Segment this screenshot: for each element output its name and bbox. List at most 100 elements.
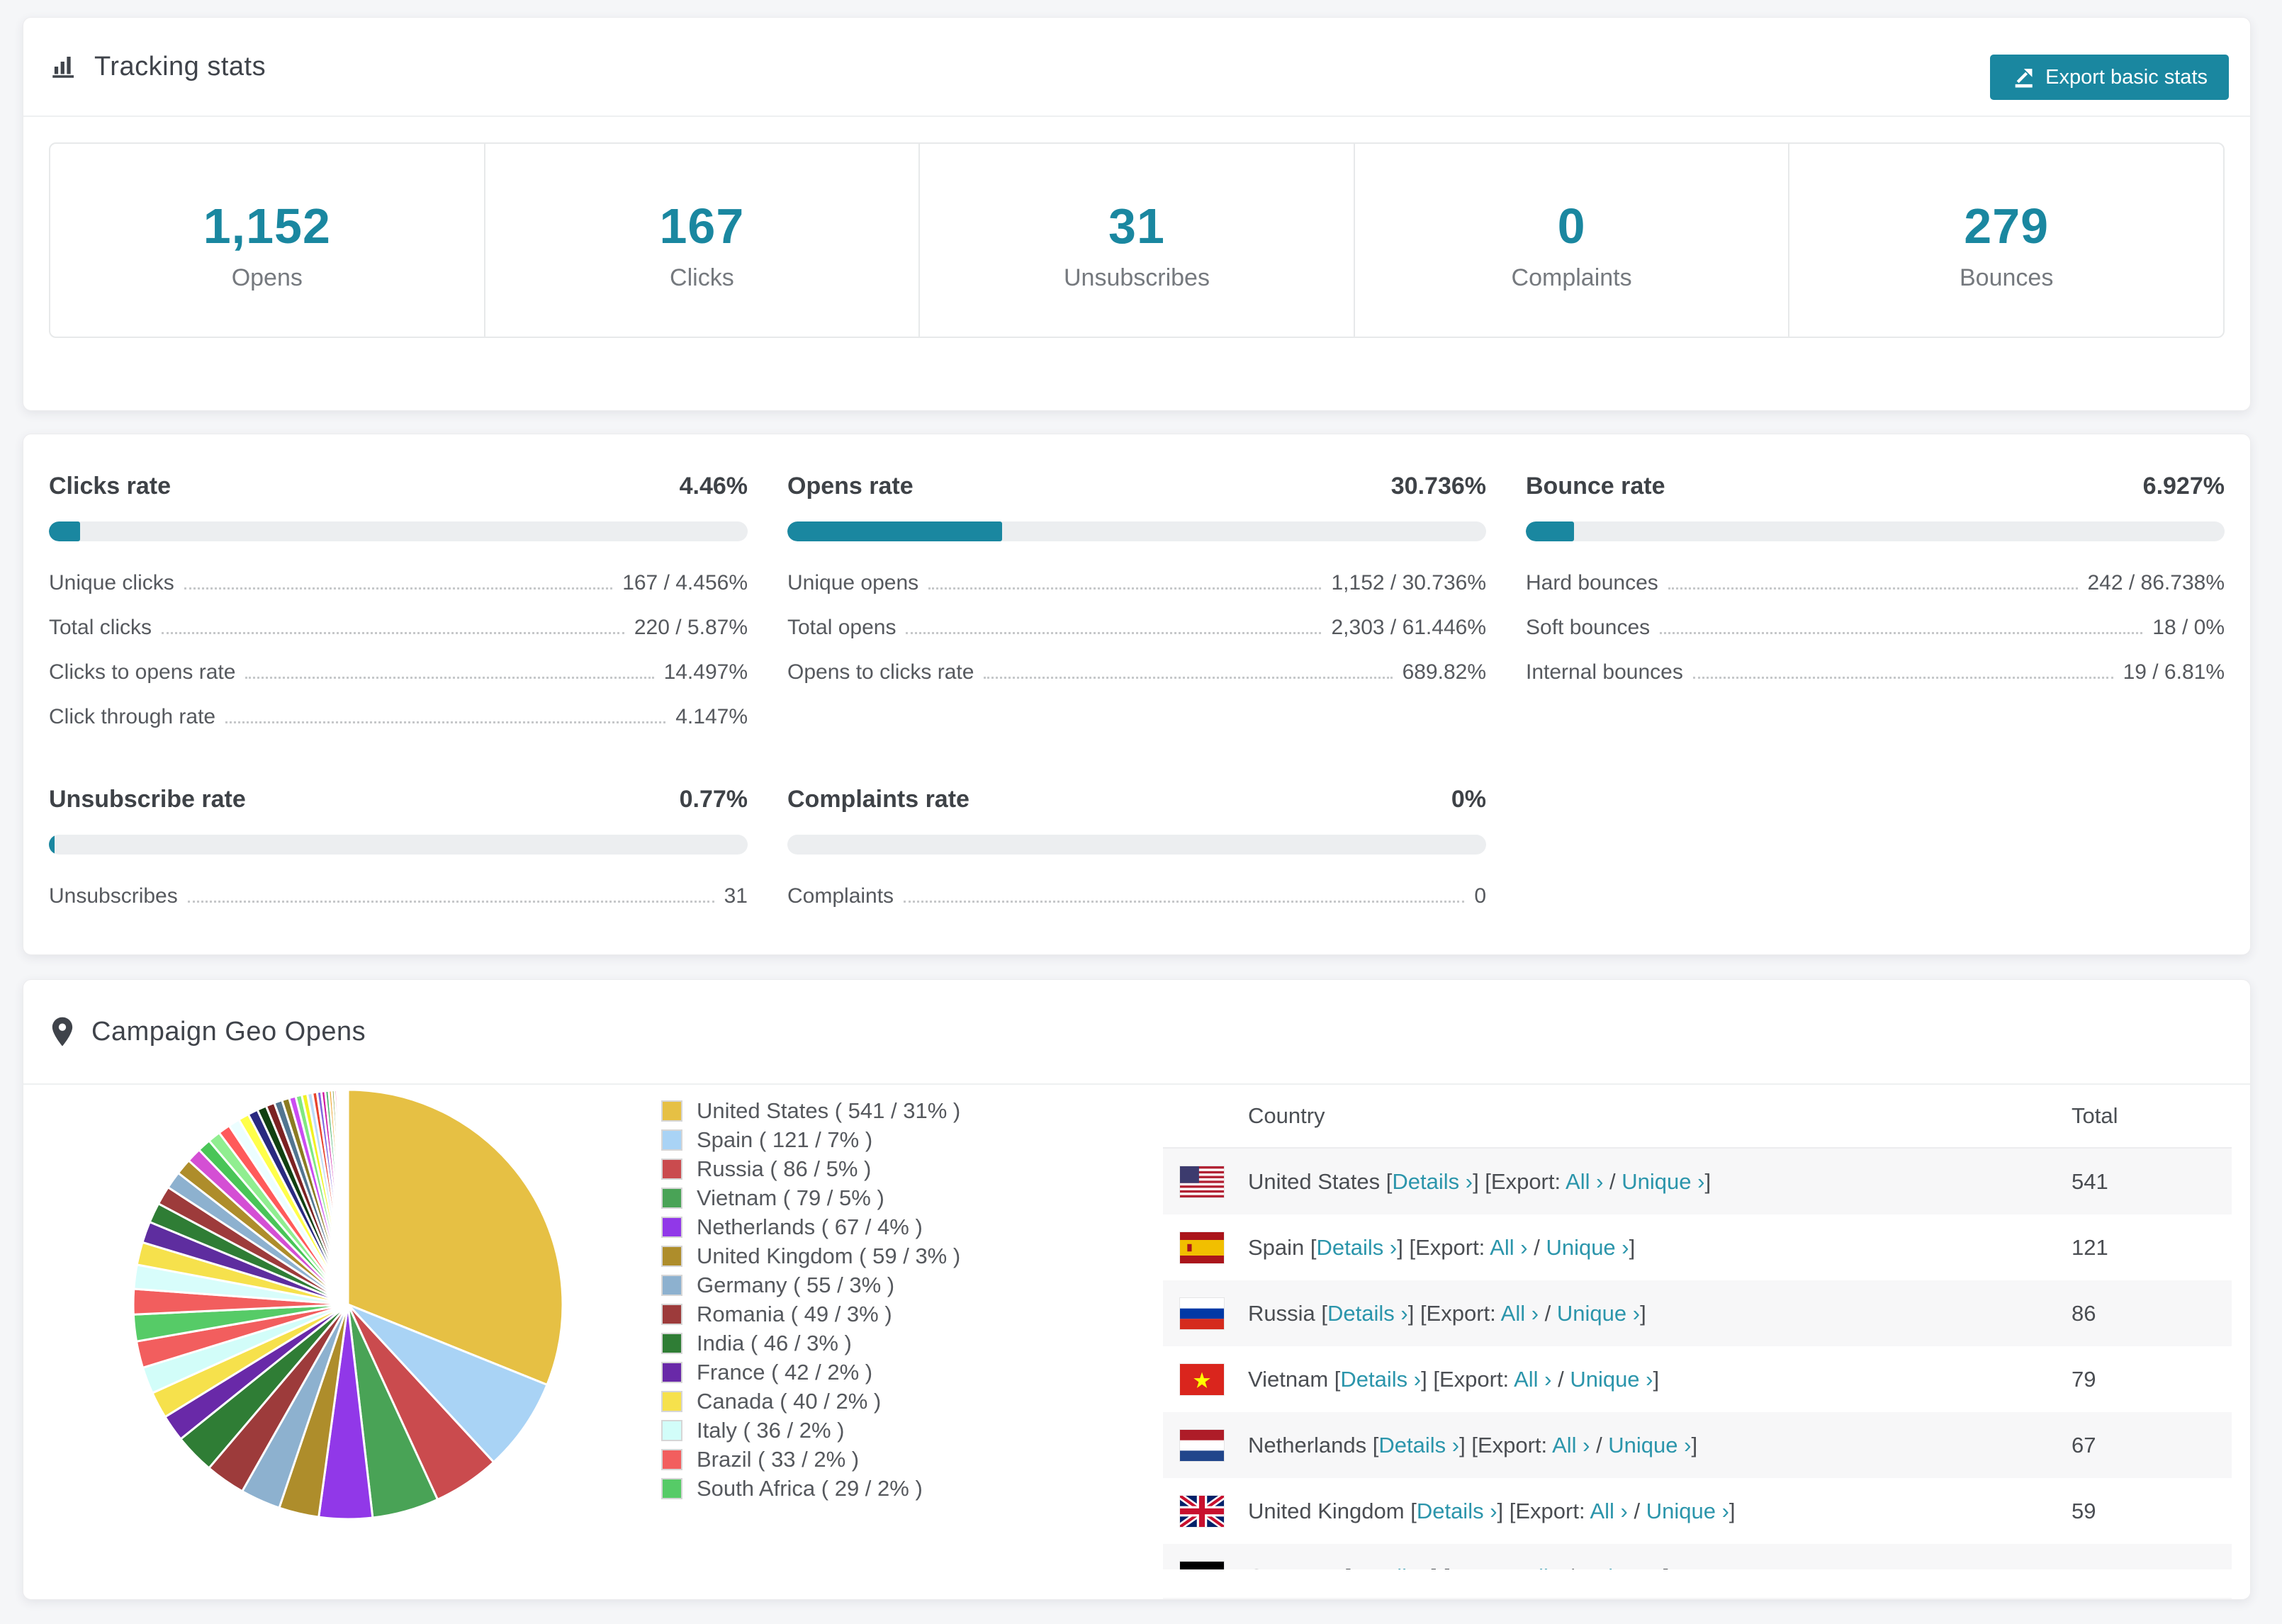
stat-label: Bounces: [1960, 264, 2054, 291]
export-unique-link[interactable]: Unique ›: [1557, 1301, 1640, 1326]
stat-value: 31: [1108, 198, 1165, 254]
metric-value: 2,303 / 61.446%: [1331, 616, 1486, 639]
legend-label: Russia ( 86 / 5% ): [697, 1156, 872, 1181]
progress-bar-fill: [49, 835, 55, 855]
rate-value: 4.46%: [679, 473, 748, 500]
legend-swatch: [661, 1274, 682, 1296]
details-link[interactable]: Details ›: [1392, 1169, 1473, 1194]
details-link[interactable]: Details ›: [1378, 1433, 1459, 1457]
legend-swatch: [661, 1361, 682, 1383]
metric-label: Internal bounces: [1526, 660, 1683, 684]
rate-title: Bounce rate: [1526, 473, 1665, 500]
metric-label: Unsubscribes: [49, 884, 178, 908]
export-unique-link[interactable]: Unique ›: [1621, 1169, 1704, 1194]
metric-label: Clicks to opens rate: [49, 660, 236, 684]
stat-value: 279: [1964, 198, 2050, 254]
metric-row-complaints: Complaints 0: [787, 884, 1486, 908]
metric-label: Total opens: [787, 616, 896, 639]
table-row-united-kingdom: United Kingdom [Details ›] [Export: All …: [1163, 1478, 2232, 1544]
rate-title: Opens rate: [787, 473, 914, 500]
geo-country-table: Country Total United States [Details ›] …: [1163, 1085, 2232, 1599]
export-unique-link[interactable]: Unique ›: [1546, 1235, 1629, 1260]
legend-item-canada: Canada ( 40 / 2% ): [661, 1387, 960, 1416]
stat-value: 0: [1557, 198, 1586, 254]
country-total: 121: [2072, 1234, 2108, 1260]
dotted-leader: [1692, 677, 2113, 679]
pie-slice[interactable]: [346, 1088, 349, 1306]
flag-es-icon: [1180, 1231, 1224, 1263]
legend-item-romania: Romania ( 49 / 3% ): [661, 1299, 960, 1329]
export-unique-link[interactable]: Unique ›: [1608, 1433, 1691, 1457]
metric-row-unique-clicks: Unique clicks 167 / 4.456%: [49, 571, 748, 595]
tracking-stats-header: Tracking stats Export basic stats: [23, 18, 2250, 117]
export-all-link[interactable]: All ›: [1490, 1235, 1527, 1260]
progress-bar: [1526, 521, 2225, 541]
geo-section-title: Campaign Geo Opens: [91, 1016, 366, 1047]
rate-title: Clicks rate: [49, 473, 171, 500]
export-unique-link[interactable]: Unique ›: [1646, 1499, 1729, 1523]
metric-value: 689.82%: [1402, 660, 1486, 684]
dotted-leader: [187, 901, 714, 903]
details-link[interactable]: Details ›: [1417, 1499, 1497, 1523]
rate-value: 6.927%: [2142, 473, 2225, 500]
legend-label: India ( 46 / 3% ): [697, 1330, 852, 1355]
dotted-leader: [1668, 587, 2078, 590]
country-total: 541: [2072, 1168, 2108, 1194]
export-all-link[interactable]: All ›: [1552, 1433, 1590, 1457]
metric-row-total-clicks: Total clicks 220 / 5.87%: [49, 616, 748, 640]
rate-block-opens-rate: Opens rate 30.736% Unique opens 1,152 / …: [787, 473, 1486, 729]
metric-row-total-opens: Total opens 2,303 / 61.446%: [787, 616, 1486, 640]
stat-card-complaints: 0 Complaints: [1353, 144, 1789, 337]
progress-bar-fill: [49, 521, 80, 541]
legend-item-united-states: United States ( 541 / 31% ): [661, 1096, 960, 1125]
metric-label: Click through rate: [49, 705, 216, 728]
metric-label: Opens to clicks rate: [787, 660, 974, 684]
metric-row-unique-opens: Unique opens 1,152 / 30.736%: [787, 571, 1486, 595]
legend-swatch: [661, 1390, 682, 1412]
country-name: Russia: [1248, 1300, 1315, 1326]
metric-row-click-through-rate: Click through rate 4.147%: [49, 705, 748, 729]
metric-row-soft-bounces: Soft bounces 18 / 0%: [1526, 616, 2225, 640]
details-link[interactable]: Details ›: [1327, 1301, 1408, 1326]
dotted-leader: [162, 632, 624, 634]
country-name: Netherlands: [1248, 1432, 1367, 1457]
dotted-leader: [245, 677, 654, 679]
metric-value: 18 / 0%: [2152, 616, 2225, 639]
stat-card-opens: 1,152 Opens: [50, 144, 484, 337]
metric-value: 14.497%: [663, 660, 748, 684]
progress-bar: [787, 835, 1486, 855]
rate-title: Complaints rate: [787, 786, 969, 813]
rate-block-bounce-rate: Bounce rate 6.927% Hard bounces 242 / 86…: [1526, 473, 2225, 729]
details-link[interactable]: Details ›: [1340, 1367, 1421, 1392]
legend-label: Brazil ( 33 / 2% ): [697, 1446, 860, 1472]
stat-card-bounces: 279 Bounces: [1788, 144, 2223, 337]
legend-label: United Kingdom ( 59 / 3% ): [697, 1243, 961, 1268]
export-unique-link[interactable]: Unique ›: [1570, 1367, 1653, 1392]
export-button-label: Export basic stats: [2045, 65, 2208, 89]
export-all-link[interactable]: All ›: [1590, 1499, 1627, 1523]
dotted-leader: [928, 587, 1322, 590]
legend-label: South Africa ( 29 / 2% ): [697, 1475, 923, 1501]
details-link[interactable]: Details ›: [1317, 1235, 1398, 1260]
table-row-spain: Spain [Details ›] [Export: All › / Uniqu…: [1163, 1214, 2232, 1280]
progress-bar-fill: [787, 521, 1003, 541]
bar-chart-icon: [52, 57, 74, 78]
table-row-united-states: United States [Details ›] [Export: All ›…: [1163, 1149, 2232, 1214]
metric-row-internal-bounces: Internal bounces 19 / 6.81%: [1526, 660, 2225, 684]
legend-item-vietnam: Vietnam ( 79 / 5% ): [661, 1183, 960, 1212]
export-all-link[interactable]: All ›: [1514, 1367, 1551, 1392]
legend-label: Italy ( 36 / 2% ): [697, 1417, 845, 1443]
rate-value: 0.77%: [679, 786, 748, 813]
dotted-leader: [906, 632, 1322, 634]
progress-bar: [49, 835, 748, 855]
export-basic-stats-button[interactable]: Export basic stats: [1990, 55, 2229, 100]
export-all-link[interactable]: All ›: [1501, 1301, 1539, 1326]
rate-title: Unsubscribe rate: [49, 786, 246, 813]
geo-pie-chart[interactable]: [130, 1086, 566, 1523]
metric-label: Total clicks: [49, 616, 152, 639]
page-title: Tracking stats: [94, 51, 266, 81]
geo-legend: United States ( 541 / 31% ) Spain ( 121 …: [661, 1096, 960, 1503]
export-all-link[interactable]: All ›: [1566, 1169, 1603, 1194]
legend-item-germany: Germany ( 55 / 3% ): [661, 1270, 960, 1299]
legend-swatch: [661, 1216, 682, 1238]
